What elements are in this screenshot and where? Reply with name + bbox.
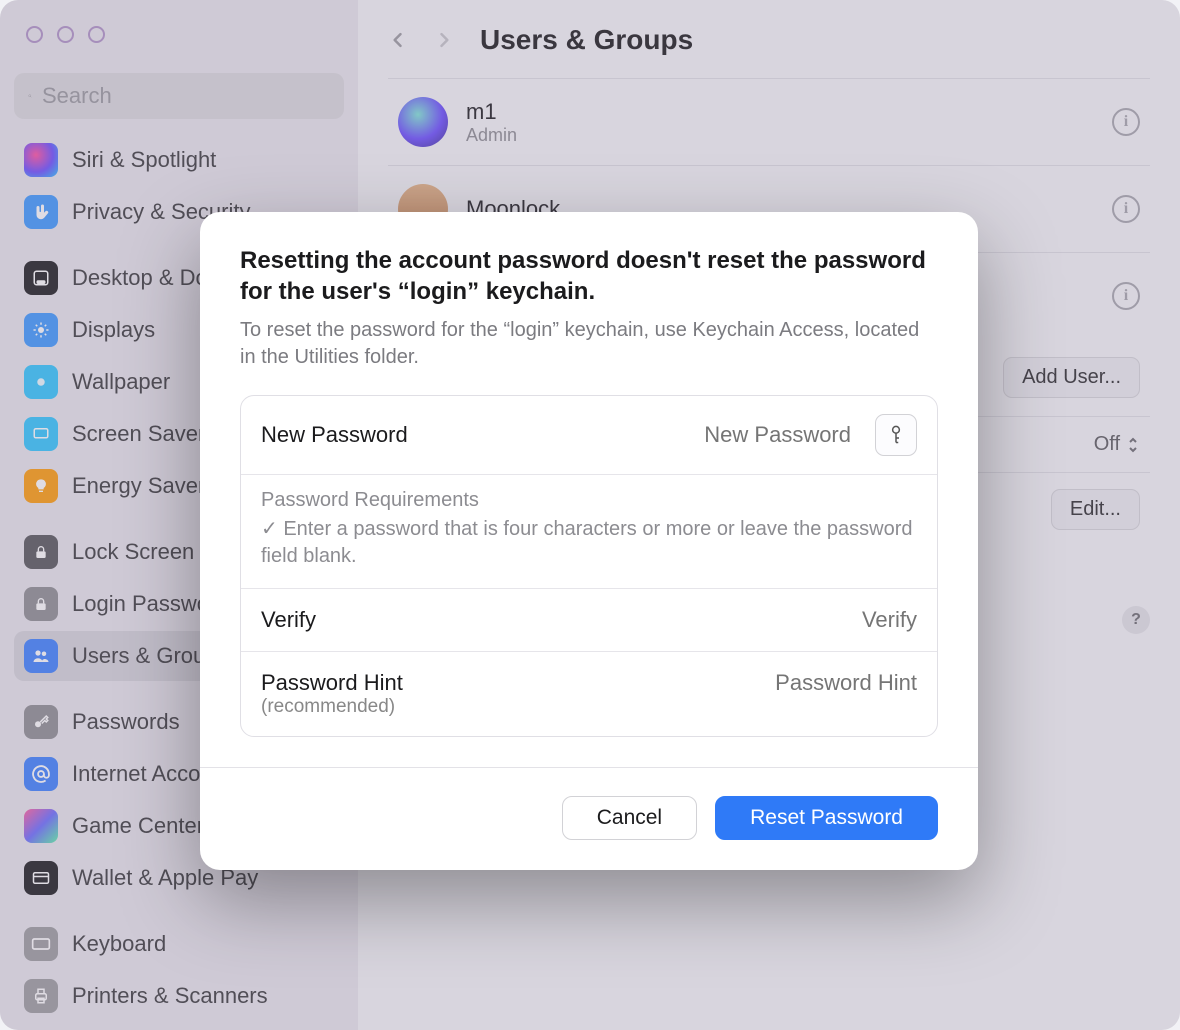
hint-sublabel: (recommended) — [261, 696, 403, 718]
password-requirements: Password Requirements ✓ Enter a password… — [241, 475, 937, 589]
new-password-input[interactable] — [571, 422, 851, 448]
verify-input[interactable] — [637, 607, 917, 633]
verify-label: Verify — [261, 607, 316, 633]
new-password-label: New Password — [261, 422, 408, 448]
modal-subtitle: To reset the password for the “login” ke… — [240, 317, 938, 371]
system-settings-window: Siri & Spotlight Privacy & Security Desk… — [0, 0, 1180, 1030]
reset-password-modal: Resetting the account password doesn't r… — [200, 212, 978, 870]
password-hint-row: Password Hint (recommended) — [241, 652, 937, 736]
password-hint-input[interactable] — [637, 670, 917, 696]
cancel-button[interactable]: Cancel — [562, 796, 697, 840]
requirements-text: ✓ Enter a password that is four characte… — [261, 516, 917, 570]
new-password-row: New Password — [241, 396, 937, 475]
password-assistant-button[interactable] — [875, 414, 917, 456]
modal-title: Resetting the account password doesn't r… — [240, 246, 938, 307]
modal-actions: Cancel Reset Password — [240, 768, 938, 840]
reset-password-button[interactable]: Reset Password — [715, 796, 938, 840]
requirements-title: Password Requirements — [261, 489, 917, 512]
modal-form: New Password Password Requirements ✓ Ent… — [240, 395, 938, 737]
hint-label: Password Hint — [261, 670, 403, 696]
key-icon — [887, 424, 905, 446]
verify-row: Verify — [241, 589, 937, 652]
